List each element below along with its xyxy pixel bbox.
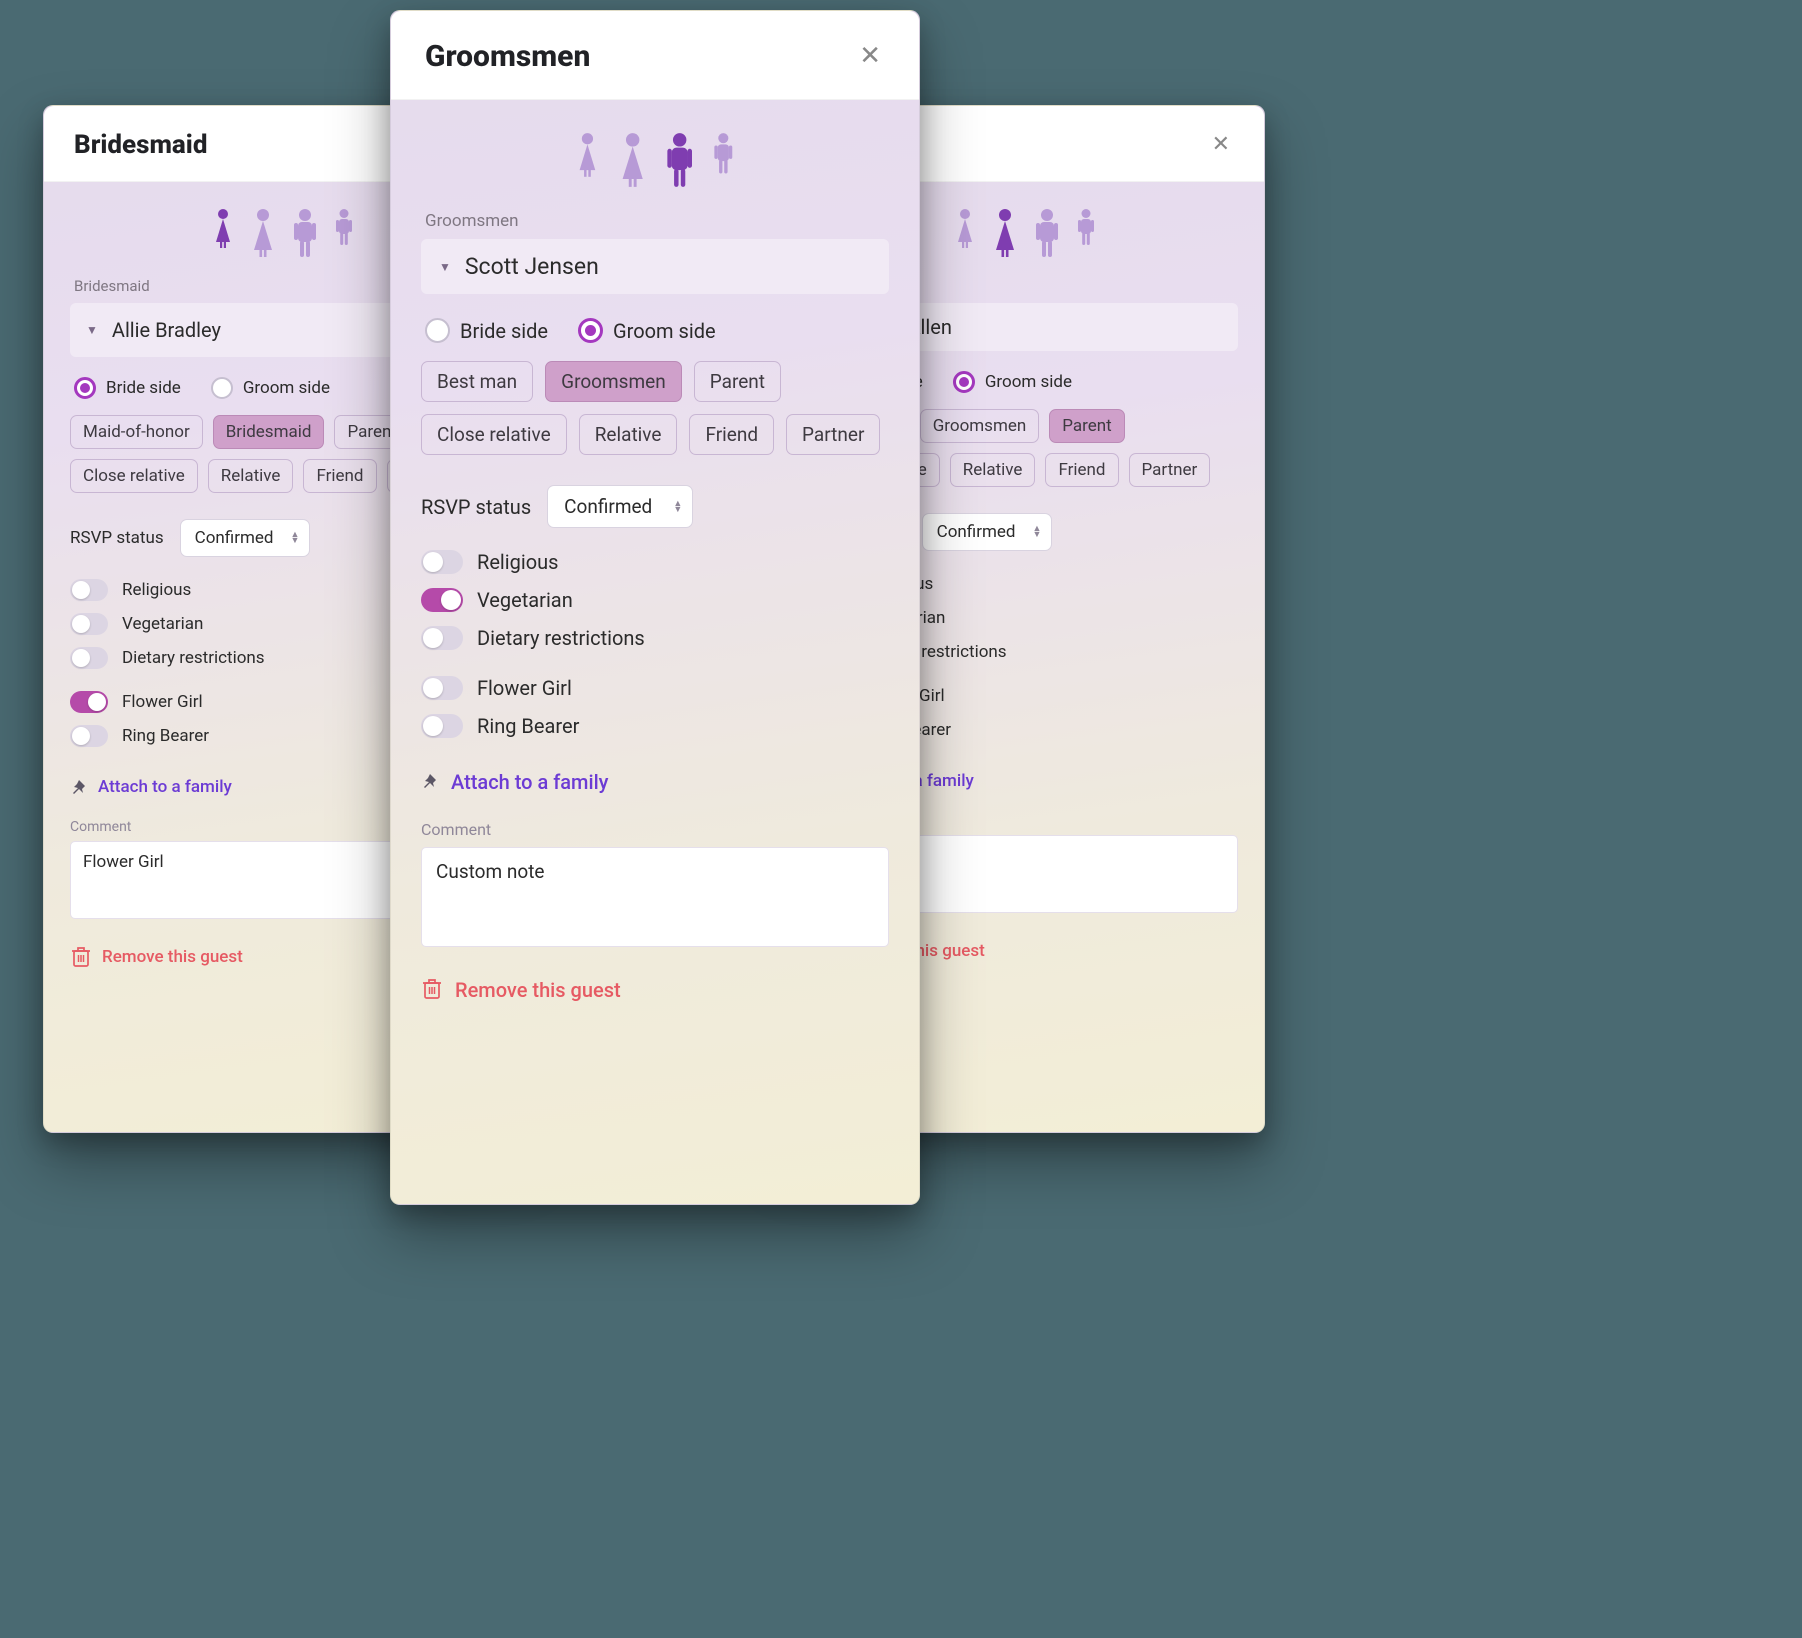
chip-close-relative[interactable]: Close relative bbox=[70, 459, 198, 493]
chip-best-man[interactable]: Best man bbox=[421, 361, 533, 402]
toggle-flowergirl[interactable]: Flower Girl bbox=[421, 676, 889, 700]
role-extra-toggles: Flower Girl Ring Bearer bbox=[421, 676, 889, 762]
woman-icon[interactable] bbox=[991, 208, 1019, 257]
chip-friend[interactable]: Friend bbox=[689, 414, 774, 455]
toggle-vegetarian[interactable]: Vegetarian bbox=[421, 588, 889, 612]
card-title: Bridesmaid bbox=[74, 130, 207, 160]
boy-icon[interactable] bbox=[1075, 208, 1097, 245]
radio-groom-side[interactable]: Groom side bbox=[578, 318, 716, 343]
side-radio-group: Bride side Groom side bbox=[421, 318, 889, 361]
woman-icon[interactable] bbox=[617, 132, 648, 187]
name-dropdown[interactable]: ▼ Scott Jensen bbox=[421, 239, 889, 294]
radio-groom-side[interactable]: Groom side bbox=[953, 371, 1072, 393]
rsvp-label: RSVP status bbox=[421, 495, 531, 519]
comment-label: Comment bbox=[421, 820, 889, 847]
card-header: Groomsmen ✕ bbox=[391, 11, 919, 100]
card-title: Groomsmen bbox=[425, 39, 590, 74]
role-chip-group: Best man Groomsmen Parent Close relative… bbox=[421, 361, 889, 485]
radio-groom-side[interactable]: Groom side bbox=[211, 377, 330, 399]
girl-icon[interactable] bbox=[953, 208, 977, 248]
chevron-down-icon: ▼ bbox=[439, 260, 451, 274]
rsvp-select[interactable]: Confirmed▲▼ bbox=[180, 519, 311, 557]
chip-parent[interactable]: Parent bbox=[694, 361, 781, 402]
radio-bride-side[interactable]: Bride side bbox=[425, 318, 548, 343]
guest-name: Scott Jensen bbox=[465, 253, 599, 280]
rsvp-label: RSVP status bbox=[70, 528, 164, 548]
remove-guest-button[interactable]: Remove this guest bbox=[421, 951, 889, 1002]
toggle-ringbearer[interactable]: Ring Bearer bbox=[421, 714, 889, 738]
sort-icon: ▲▼ bbox=[291, 532, 300, 544]
role-label: Groomsmen bbox=[421, 211, 889, 239]
comment-input[interactable] bbox=[421, 847, 889, 947]
rsvp-select[interactable]: Confirmed▲▼ bbox=[547, 485, 693, 528]
chip-friend[interactable]: Friend bbox=[303, 459, 376, 493]
man-icon[interactable] bbox=[1033, 208, 1061, 257]
girl-icon[interactable] bbox=[211, 208, 235, 248]
boy-icon[interactable] bbox=[711, 132, 736, 174]
rsvp-select[interactable]: Confirmed▲▼ bbox=[922, 513, 1053, 551]
chip-relative[interactable]: Relative bbox=[579, 414, 678, 455]
guest-card-groomsmen: Groomsmen ✕ Groomsmen ▼ Scott Jensen Bri… bbox=[390, 10, 920, 1205]
toggle-dietary[interactable]: Dietary restrictions bbox=[421, 626, 889, 650]
chip-bridesmaid[interactable]: Bridesmaid bbox=[213, 415, 325, 449]
toggle-religious[interactable]: Religious bbox=[421, 550, 889, 574]
chip-relative[interactable]: Relative bbox=[208, 459, 294, 493]
chip-groomsmen[interactable]: Groomsmen bbox=[545, 361, 682, 402]
attach-family-button[interactable]: Attach to a family bbox=[421, 762, 889, 820]
close-icon[interactable]: ✕ bbox=[1204, 128, 1238, 161]
pin-icon bbox=[70, 778, 88, 796]
person-type-picker bbox=[421, 122, 889, 211]
rsvp-row: RSVP status Confirmed▲▼ bbox=[421, 485, 889, 550]
guest-name: Allie Bradley bbox=[112, 318, 221, 342]
chip-partner[interactable]: Partner bbox=[786, 414, 880, 455]
chevron-down-icon: ▼ bbox=[86, 323, 98, 337]
chip-maid-of-honor[interactable]: Maid-of-honor bbox=[70, 415, 203, 449]
woman-icon[interactable] bbox=[249, 208, 277, 257]
sort-icon: ▲▼ bbox=[1033, 526, 1042, 538]
man-icon[interactable] bbox=[291, 208, 319, 257]
man-icon[interactable] bbox=[664, 132, 695, 187]
chip-relative[interactable]: Relative bbox=[950, 453, 1036, 487]
close-icon[interactable]: ✕ bbox=[851, 37, 889, 75]
trash-icon bbox=[421, 977, 445, 1002]
chip-friend[interactable]: Friend bbox=[1045, 453, 1118, 487]
pin-icon bbox=[421, 772, 441, 792]
radio-bride-side[interactable]: Bride side bbox=[74, 377, 181, 399]
boy-icon[interactable] bbox=[333, 208, 355, 245]
chip-groomsmen[interactable]: Groomsmen bbox=[920, 409, 1040, 443]
girl-icon[interactable] bbox=[574, 132, 601, 177]
chip-parent[interactable]: Parent bbox=[1049, 409, 1124, 443]
sort-icon: ▲▼ bbox=[673, 501, 682, 513]
trash-icon bbox=[70, 945, 92, 968]
diet-toggles: Religious Vegetarian Dietary restriction… bbox=[421, 550, 889, 676]
chip-partner[interactable]: Partner bbox=[1129, 453, 1211, 487]
chip-close-relative[interactable]: Close relative bbox=[421, 414, 567, 455]
